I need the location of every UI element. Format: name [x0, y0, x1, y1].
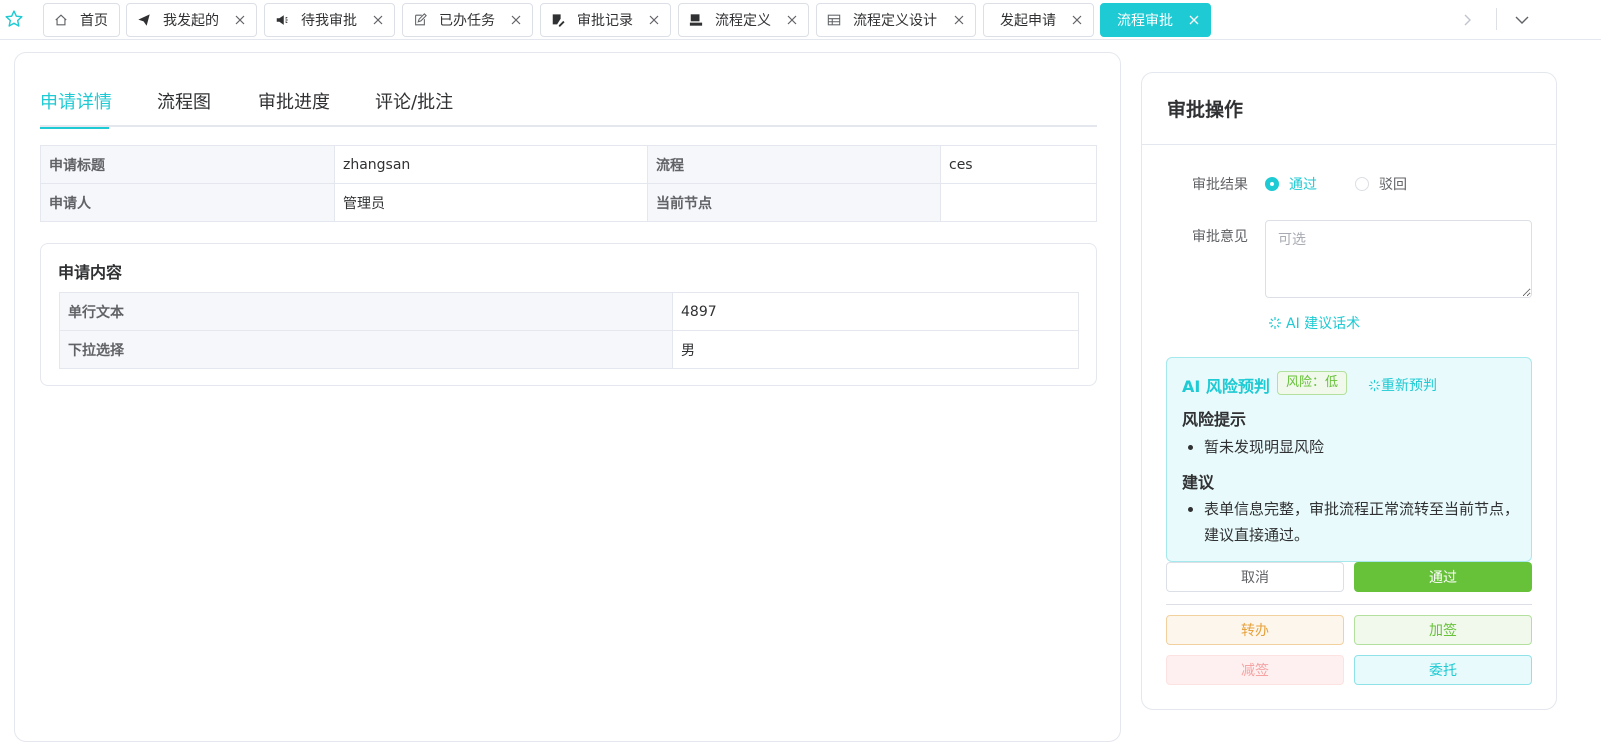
close-icon[interactable]	[1188, 14, 1200, 26]
list-item: 暂未发现明显风险	[1188, 434, 1519, 460]
advice-heading: 建议	[1182, 473, 1215, 492]
divider	[1166, 604, 1532, 605]
send-icon	[137, 13, 151, 27]
close-icon[interactable]	[786, 14, 798, 26]
ai-risk-card: AI 风险预判 风险：低 重新预判 风险提示 暂未发现明显风险 建议 表单信息完…	[1166, 357, 1532, 562]
current-node-label: 当前节点	[647, 183, 941, 222]
applicant-value: 管理员	[334, 183, 648, 222]
current-node-value	[940, 183, 1097, 222]
radio-dot	[1355, 177, 1369, 191]
radio-label: 驳回	[1379, 177, 1407, 193]
tab-label: 申请详情	[40, 92, 112, 113]
tab-bar: 首页 我发起的 待我审批 已办任务 审批记录 流程定义 流程定义设计 发起申请 …	[0, 0, 1601, 40]
tab-comments[interactable]: 评论/批注	[375, 89, 453, 127]
chevron-down-icon	[1515, 16, 1529, 24]
re-evaluate-link[interactable]: 重新预判	[1368, 375, 1437, 395]
ai-suggest-label: AI 建议话术	[1286, 316, 1361, 332]
sparkle-icon	[1269, 317, 1281, 329]
close-icon[interactable]	[234, 14, 246, 26]
radio-pass[interactable]: 通过	[1265, 174, 1317, 194]
applicant-label: 申请人	[40, 183, 335, 222]
tab-pending-approval[interactable]: 待我审批	[264, 3, 395, 37]
table-row: 申请标题 zhangsan 流程 ces	[40, 145, 1097, 184]
risk-title: AI 风险预判	[1182, 377, 1270, 396]
scroll-right-button[interactable]	[1460, 9, 1474, 31]
field-value: 男	[672, 330, 1079, 369]
field-value: 4897	[672, 292, 1079, 331]
opinion-label: 审批意见	[1192, 229, 1248, 245]
close-icon[interactable]	[1071, 14, 1083, 26]
star-icon[interactable]	[4, 9, 24, 29]
close-icon[interactable]	[510, 14, 522, 26]
tab-label: 流程定义	[715, 13, 771, 29]
content-table: 单行文本 4897 下拉选择 男	[59, 292, 1079, 369]
risk-level-badge: 风险：低	[1277, 371, 1348, 395]
tab-menu-button[interactable]	[1514, 9, 1530, 31]
application-content-card: 申请内容 单行文本 4897 下拉选择 男	[40, 243, 1097, 386]
tab-process-design[interactable]: 流程定义设计	[816, 3, 976, 37]
close-icon[interactable]	[953, 14, 965, 26]
pass-button[interactable]: 通过	[1354, 562, 1532, 592]
megaphone-icon	[275, 13, 289, 27]
result-label: 审批结果	[1192, 177, 1248, 193]
table-row: 单行文本 4897	[59, 292, 1079, 331]
ai-suggest-link[interactable]: AI 建议话术	[1268, 313, 1360, 333]
active-tab-indicator	[40, 127, 109, 129]
tab-flow-chart[interactable]: 流程图	[157, 89, 211, 127]
tab-my-initiated[interactable]: 我发起的	[126, 3, 257, 37]
content-heading: 申请内容	[58, 263, 123, 282]
tab-process-definition[interactable]: 流程定义	[678, 3, 809, 37]
tab-label: 流程定义设计	[853, 13, 937, 29]
tab-process-approval[interactable]: 流程审批	[1100, 3, 1211, 37]
detail-card: 申请详情 流程图 审批进度 评论/批注 申请标题 zhangsan 流程 ces…	[14, 52, 1121, 742]
re-evaluate-label: 重新预判	[1381, 378, 1437, 394]
tab-label: 发起申请	[1000, 13, 1056, 29]
close-icon[interactable]	[372, 14, 384, 26]
tab-done-tasks[interactable]: 已办任务	[402, 3, 533, 37]
cancel-button[interactable]: 取消	[1166, 562, 1344, 592]
radio-dot	[1265, 177, 1279, 191]
tab-label: 我发起的	[163, 13, 219, 29]
table-row: 申请人 管理员 当前节点	[40, 183, 1097, 222]
panel-title: 审批操作	[1142, 73, 1556, 145]
sparkle-icon	[1368, 379, 1381, 391]
flow-label: 流程	[647, 145, 941, 184]
stamp-icon	[689, 13, 703, 27]
grid-icon	[827, 13, 841, 27]
table-row: 下拉选择 男	[59, 330, 1079, 369]
field-label: 下拉选择	[59, 330, 673, 369]
tab-approval-records[interactable]: 审批记录	[540, 3, 671, 37]
chevron-right-icon	[1464, 14, 1471, 26]
title-value: zhangsan	[334, 145, 648, 184]
approval-panel: 审批操作 审批结果 通过 驳回 审批意见 AI 建议话术 AI 风险预判 风险：…	[1141, 72, 1557, 710]
tab-label: 流程审批	[1117, 13, 1173, 29]
risk-hint-heading: 风险提示	[1182, 410, 1247, 429]
opinion-textarea[interactable]	[1265, 220, 1532, 298]
add-sign-button[interactable]: 加签	[1354, 615, 1532, 645]
radio-reject[interactable]: 驳回	[1355, 174, 1407, 194]
document-edit-icon	[551, 13, 565, 27]
delegate-button[interactable]: 委托	[1354, 655, 1532, 685]
tab-label: 待我审批	[301, 13, 357, 29]
list-item: 表单信息完整，审批流程正常流转至当前节点，建议直接通过。	[1188, 496, 1519, 548]
application-info-table: 申请标题 zhangsan 流程 ces 申请人 管理员 当前节点	[40, 145, 1097, 222]
tab-home[interactable]: 首页	[43, 3, 120, 37]
title-label: 申请标题	[40, 145, 335, 184]
tab-start-application[interactable]: 发起申请	[983, 3, 1094, 37]
divider	[1496, 8, 1497, 30]
tab-label: 首页	[80, 13, 108, 29]
radio-label: 通过	[1289, 177, 1317, 193]
tab-approval-progress[interactable]: 审批进度	[258, 89, 330, 127]
close-icon[interactable]	[648, 14, 660, 26]
field-label: 单行文本	[59, 292, 673, 331]
tab-label: 已办任务	[439, 13, 495, 29]
home-icon	[54, 13, 68, 27]
edit-icon	[413, 13, 427, 27]
tab-label: 审批记录	[577, 13, 633, 29]
flow-value: ces	[940, 145, 1097, 184]
detail-tabs: 申请详情 流程图 审批进度 评论/批注	[40, 89, 1097, 129]
tab-application-detail[interactable]: 申请详情	[40, 89, 112, 129]
remove-sign-button[interactable]: 减签	[1166, 655, 1344, 685]
transfer-button[interactable]: 转办	[1166, 615, 1344, 645]
